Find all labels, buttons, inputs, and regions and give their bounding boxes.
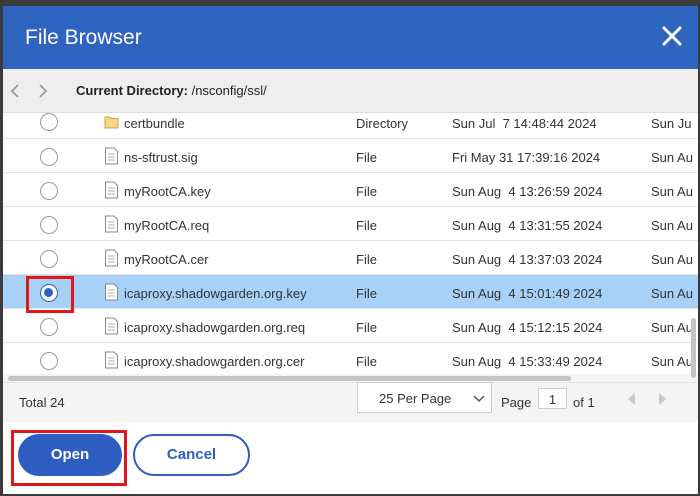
current-directory-value: /nsconfig/ssl/ xyxy=(187,83,267,98)
path-bar: Current Directory: /nsconfig/ssl/ xyxy=(3,69,698,113)
row-radio[interactable] xyxy=(40,182,58,200)
file-modified: Sun Au xyxy=(651,252,693,267)
file-date: Fri May 31 17:39:16 2024 xyxy=(452,150,601,165)
file-name: icaproxy.shadowgarden.org.key xyxy=(124,286,307,301)
per-page-select[interactable]: 25 Per Page xyxy=(357,382,492,413)
next-page-icon[interactable] xyxy=(657,392,669,406)
file-type: File xyxy=(356,150,377,165)
total-count: Total 24 xyxy=(19,395,65,410)
file-modified: Sun Au xyxy=(651,218,693,233)
file-type: File xyxy=(356,286,377,301)
file-icon xyxy=(105,181,118,199)
row-radio[interactable] xyxy=(40,216,58,234)
row-radio[interactable] xyxy=(40,318,58,336)
file-type: File xyxy=(356,218,377,233)
vertical-scrollbar[interactable] xyxy=(691,318,696,378)
file-date: Sun Aug 4 13:31:55 2024 xyxy=(452,218,603,233)
file-date: Sun Aug 4 15:12:15 2024 xyxy=(452,320,603,335)
prev-page-icon[interactable] xyxy=(625,392,637,406)
file-name: myRootCA.req xyxy=(124,218,210,233)
current-directory: Current Directory: /nsconfig/ssl/ xyxy=(76,83,267,98)
file-name: myRootCA.cer xyxy=(124,252,209,267)
back-arrow-icon[interactable] xyxy=(9,83,23,99)
file-name: icaproxy.shadowgarden.org.req xyxy=(124,320,306,335)
page-number-input[interactable]: 1 xyxy=(538,388,567,409)
forward-arrow-icon[interactable] xyxy=(35,83,49,99)
file-name: certbundle xyxy=(124,116,185,131)
file-icon xyxy=(105,351,118,369)
current-directory-label: Current Directory: xyxy=(76,83,188,98)
total-label: Total xyxy=(19,395,47,410)
file-type: File xyxy=(356,252,377,267)
list-item[interactable]: myRootCA.req File Sun Aug 4 13:31:55 202… xyxy=(3,207,698,241)
folder-icon xyxy=(104,116,119,129)
file-icon xyxy=(105,317,118,335)
cancel-button[interactable]: Cancel xyxy=(133,434,250,476)
list-item[interactable]: myRootCA.cer File Sun Aug 4 13:37:03 202… xyxy=(3,241,698,275)
file-type: File xyxy=(356,184,377,199)
file-date: Sun Aug 4 13:26:59 2024 xyxy=(452,184,603,199)
file-type: File xyxy=(356,354,377,369)
page-total-label: of 1 xyxy=(573,395,595,410)
row-radio-checked[interactable] xyxy=(40,284,58,302)
file-name: myRootCA.key xyxy=(124,184,211,199)
page-label: Page xyxy=(501,395,532,410)
chevron-down-icon xyxy=(473,395,485,403)
row-radio[interactable] xyxy=(40,250,58,268)
file-list: certbundle Directory Sun Jul 7 14:48:44 … xyxy=(3,113,698,375)
file-modified: Sun Au xyxy=(651,286,693,301)
per-page-value: 25 Per Page xyxy=(379,391,452,406)
file-type: File xyxy=(356,320,377,335)
file-name: ns-sftrust.sig xyxy=(124,150,198,165)
row-radio[interactable] xyxy=(40,148,58,166)
file-icon xyxy=(105,283,118,301)
dialog-actions: Open Cancel xyxy=(3,422,698,494)
file-name: icaproxy.shadowgarden.org.cer xyxy=(124,354,305,369)
file-date: Sun Aug 4 15:01:49 2024 xyxy=(452,286,603,301)
file-icon xyxy=(105,147,118,165)
file-date: Sun Aug 4 15:33:49 2024 xyxy=(452,354,603,369)
list-item[interactable]: ns-sftrust.sig File Fri May 31 17:39:16 … xyxy=(3,139,698,173)
dialog-title: File Browser xyxy=(25,26,142,49)
file-icon xyxy=(105,215,118,233)
file-modified: Sun Ju xyxy=(651,116,692,131)
horizontal-scrollbar[interactable] xyxy=(8,376,571,381)
dialog-titlebar: File Browser xyxy=(3,6,698,69)
close-icon[interactable] xyxy=(660,24,684,48)
file-icon xyxy=(105,249,118,267)
list-item-selected[interactable]: icaproxy.shadowgarden.org.key File Sun A… xyxy=(3,275,698,309)
row-radio[interactable] xyxy=(40,352,58,370)
file-type: Directory xyxy=(356,116,409,131)
list-item[interactable]: myRootCA.key File Sun Aug 4 13:26:59 202… xyxy=(3,173,698,207)
total-value: 24 xyxy=(50,395,65,410)
row-radio[interactable] xyxy=(40,113,58,131)
file-date: Sun Aug 4 13:37:03 2024 xyxy=(452,252,603,267)
file-date: Sun Jul 7 14:48:44 2024 xyxy=(452,116,597,131)
list-item[interactable]: icaproxy.shadowgarden.org.cer File Sun A… xyxy=(3,343,698,375)
list-item[interactable]: icaproxy.shadowgarden.org.req File Sun A… xyxy=(3,309,698,343)
open-button[interactable]: Open xyxy=(18,434,122,476)
list-item[interactable]: certbundle Directory Sun Jul 7 14:48:44 … xyxy=(3,113,698,139)
file-modified: Sun Au xyxy=(651,184,693,199)
file-browser-dialog: File Browser Current Directory: /nsconfi… xyxy=(3,6,698,494)
file-modified: Sun Au xyxy=(651,150,693,165)
